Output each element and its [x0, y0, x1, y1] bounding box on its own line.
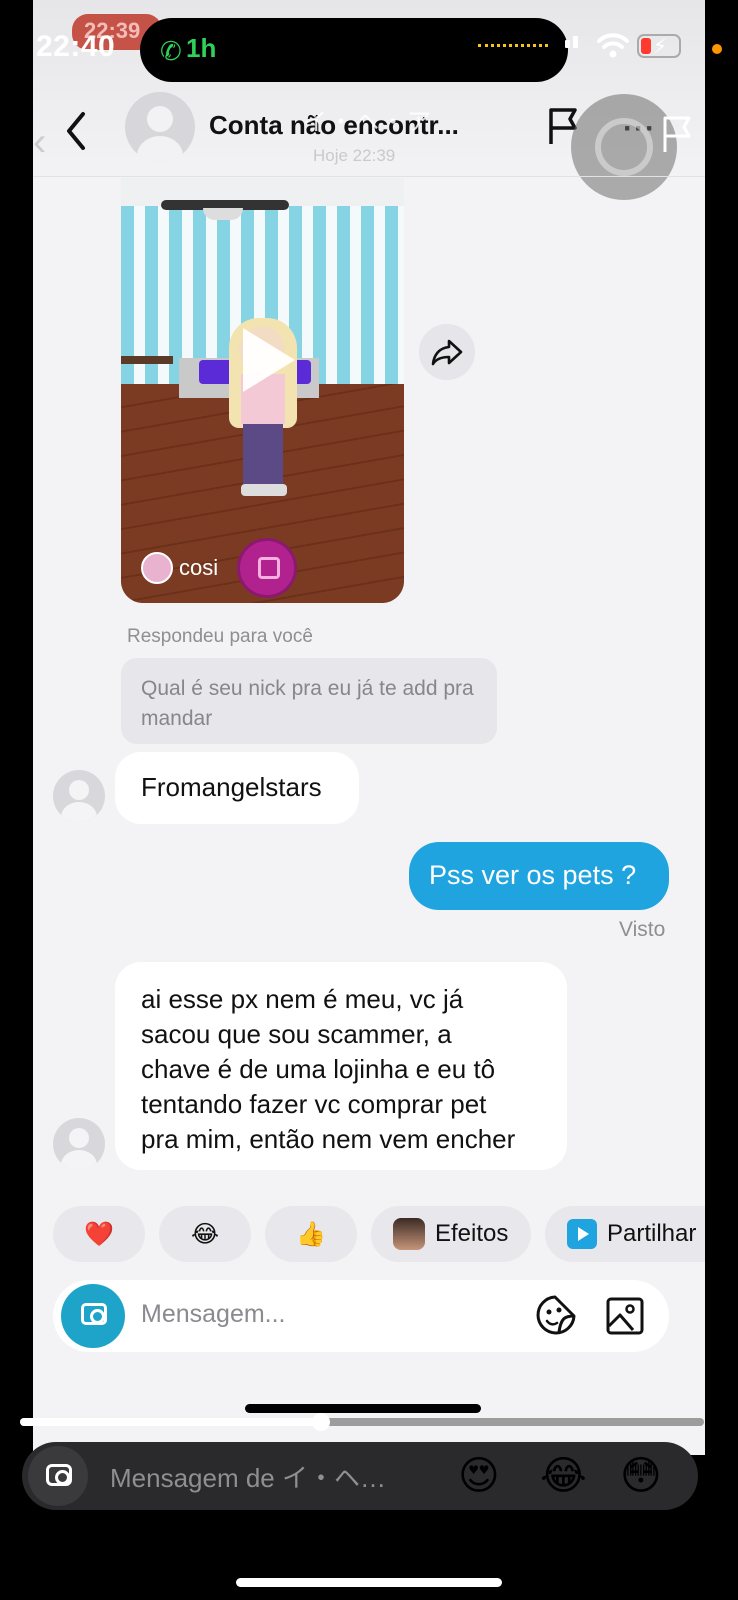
camera-icon[interactable]	[28, 1446, 88, 1506]
wifi-icon	[597, 33, 629, 58]
message-line: chave é de uma lojinha e eu tô	[141, 1054, 496, 1084]
story-progress-fill	[20, 1418, 321, 1426]
story-timestamp: Hoje 22:39	[313, 146, 396, 165]
effects-chip[interactable]: Efeitos	[371, 1206, 531, 1262]
laughing-emoji-icon[interactable]: 😂	[540, 1452, 587, 1500]
message-bubble-incoming[interactable]: ai esse px nem é meu, vc já sacou que so…	[115, 962, 567, 1170]
chat-header: ‹ Conta não encontr... イ・ヘ・ア Hoje 22:39 …	[33, 92, 705, 200]
quoted-story-reply[interactable]: Qual é seu nick pra eu já te add pra man…	[121, 658, 497, 744]
chat-screenshot: ‹ Conta não encontr... イ・ヘ・ア Hoje 22:39 …	[33, 0, 705, 1455]
story-reply-bar: Mensagem de イ・ヘ… 😍 😂 😳	[22, 1442, 698, 1510]
gallery-icon[interactable]	[605, 1296, 645, 1336]
report-flag-ghost-icon	[663, 116, 691, 152]
battery-icon: ⚡	[637, 34, 681, 58]
play-icon[interactable]	[243, 328, 295, 392]
camera-icon[interactable]	[61, 1284, 125, 1348]
back-chevron-ghost-icon: ‹	[33, 120, 47, 164]
save-icon[interactable]	[237, 538, 297, 598]
story-progress-knob[interactable]	[311, 1413, 330, 1431]
video-author-avatar	[141, 552, 173, 584]
share-arrow-icon[interactable]	[419, 324, 475, 380]
privacy-indicator-dot	[712, 44, 722, 54]
contact-avatar[interactable]	[125, 92, 195, 162]
message-composer: Mensagem...	[53, 1280, 669, 1352]
home-indicator	[236, 1578, 502, 1587]
message-bubble-incoming[interactable]: Fromangelstars	[115, 752, 359, 824]
story-reply-input[interactable]: Mensagem de イ・ヘ…	[110, 1458, 386, 1495]
heart-icon[interactable]: ❤️	[53, 1206, 145, 1262]
audio-activity-indicator	[478, 44, 548, 50]
story-progress-bar[interactable]	[20, 1413, 704, 1431]
laughing-emoji-icon[interactable]: 😂	[159, 1206, 251, 1262]
reply-label: Respondeu para você	[127, 626, 313, 647]
message-line: ai esse px nem é meu, vc já	[141, 984, 464, 1014]
effects-avatar-icon	[393, 1218, 425, 1250]
heart-eyes-emoji-icon[interactable]: 😍	[458, 1452, 500, 1500]
sticker-icon[interactable]	[535, 1294, 577, 1336]
shared-video-message[interactable]: cosi	[121, 178, 404, 603]
message-line: tentando fazer vc comprar pet	[141, 1089, 487, 1119]
contact-avatar-small[interactable]	[53, 770, 105, 822]
status-clock: 22:40	[36, 30, 116, 63]
message-line: pra mim, então nem vem encher	[141, 1124, 516, 1154]
message-line: sacou que sou scammer, a	[141, 1019, 452, 1049]
back-arrow-icon[interactable]	[57, 106, 97, 156]
message-input[interactable]: Mensagem...	[141, 1300, 286, 1329]
phone-call-icon: ✆	[160, 36, 182, 66]
video-author-name: cosi	[179, 555, 219, 580]
quick-reactions-bar: ❤️ 😂 👍 Efeitos Partilhar	[53, 1206, 705, 1264]
contact-avatar-small[interactable]	[53, 1118, 105, 1170]
message-bubble-outgoing[interactable]: Pss ver os pets ?	[409, 842, 669, 910]
call-duration: 1h	[186, 33, 217, 63]
signal-icon	[565, 36, 578, 48]
story-username-ghost: イ・ヘ・ア	[303, 109, 433, 136]
thumbs-up-icon[interactable]: 👍	[265, 1206, 357, 1262]
home-indicator-inner	[245, 1404, 481, 1413]
play-square-icon	[567, 1219, 597, 1249]
flushed-emoji-icon[interactable]: 😳	[620, 1452, 662, 1500]
status-icons: ⚡	[565, 30, 725, 66]
share-chip[interactable]: Partilhar	[545, 1206, 705, 1262]
seen-status: Visto	[619, 918, 666, 941]
